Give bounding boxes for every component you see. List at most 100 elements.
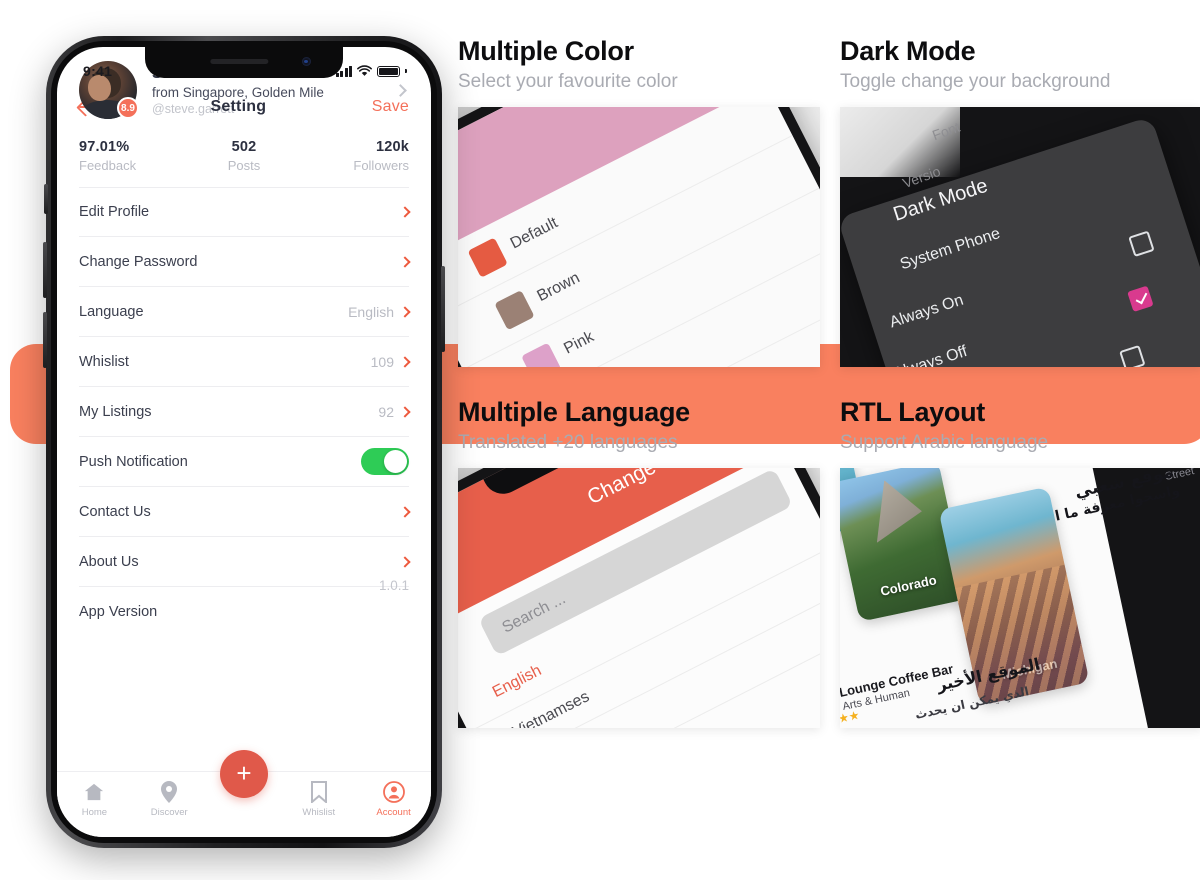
color-swatch xyxy=(521,342,562,367)
feature-subtitle: Toggle change your background xyxy=(840,71,1111,92)
settings-row-push-notification[interactable]: Push Notification xyxy=(79,437,409,487)
preview-highlight xyxy=(840,107,960,177)
phone-frame: 9:41 Setting Save 8.9 from Singapore, Go… xyxy=(43,36,445,848)
color-swatch xyxy=(467,237,508,278)
status-icons xyxy=(335,65,407,77)
chevron-right-icon[interactable] xyxy=(399,305,411,318)
checkbox-unchecked-icon[interactable] xyxy=(1128,230,1155,258)
tab-label: Home xyxy=(81,807,108,818)
feature-preview-image: Theme Default Brown xyxy=(458,107,820,367)
preview-screen: Theme Default Brown xyxy=(458,107,820,367)
settings-row-language[interactable]: Language English xyxy=(79,287,411,337)
stat-posts: 502 Posts xyxy=(189,139,299,173)
row-value: 109 xyxy=(370,353,394,370)
feature-preview-image: Font Versio way 1.0.3 Dark Mode System P… xyxy=(840,107,1200,367)
chevron-right-icon[interactable] xyxy=(399,405,411,418)
feature-title: RTL Layout xyxy=(840,397,985,427)
wifi-icon xyxy=(357,65,372,76)
settings-row-my-listings[interactable]: My Listings 92 xyxy=(79,387,411,437)
tab-home[interactable]: Home xyxy=(57,781,132,818)
row-label: Whislist xyxy=(79,353,129,370)
stat-label: Posts xyxy=(227,158,261,173)
settings-row-change-password[interactable]: Change Password xyxy=(79,237,411,287)
map-pin-icon xyxy=(132,781,207,803)
row-accessory: English xyxy=(348,304,411,320)
settings-row-about-us[interactable]: About Us xyxy=(79,537,411,587)
page-title: Setting xyxy=(210,98,267,115)
tab-label: Whislist xyxy=(302,807,336,818)
row-value: 92 xyxy=(378,403,394,420)
row-label: App Version xyxy=(79,604,158,620)
preview-screen: Change Language Search ... English Vietn… xyxy=(458,468,820,728)
stat-feedback: 97.01% Feedback xyxy=(79,139,189,173)
feature-subtitle: Select your favourite color xyxy=(458,71,678,92)
feature-multiple-color: Multiple Color Select your favourite col… xyxy=(458,36,820,367)
feature-dark-mode: Dark Mode Toggle change your background … xyxy=(840,36,1200,367)
rating-badge: 8.9 xyxy=(117,97,139,119)
stat-label: Followers xyxy=(353,158,409,173)
tab-whislist[interactable]: Whislist xyxy=(281,781,356,818)
earpiece-speaker xyxy=(210,59,269,64)
dark-mode-option-system[interactable]: System Phone xyxy=(898,225,1003,274)
save-button[interactable]: Save xyxy=(372,98,409,116)
row-accessory: 109 xyxy=(370,353,411,370)
preview-device: Theme Default Brown xyxy=(458,107,820,367)
dark-mode-option-always-on[interactable]: Always On xyxy=(888,292,966,333)
row-label: Push Notification xyxy=(79,453,188,470)
phone-power-button xyxy=(441,266,445,352)
settings-row-contact-us[interactable]: Contact Us xyxy=(79,487,411,537)
screenshot-root: 9:41 Setting Save 8.9 from Singapore, Go… xyxy=(0,0,1200,880)
bottom-tab-bar: Home Discover + Whislist Account xyxy=(57,750,431,837)
stat-label: Feedback xyxy=(79,158,137,173)
row-label: My Listings xyxy=(79,403,152,420)
user-circle-icon xyxy=(356,781,431,803)
profile-stats: 97.01% Feedback 502 Posts 120k Followers xyxy=(57,125,431,179)
feature-preview-image: Change Language Search ... English Vietn… xyxy=(458,468,820,728)
front-camera-icon xyxy=(302,57,311,66)
phone-volume-down-button xyxy=(43,312,47,368)
app-version-value: 1.0.1 xyxy=(378,578,409,593)
push-notification-toggle[interactable] xyxy=(361,448,409,475)
photo-caption: Colorado xyxy=(878,572,938,599)
row-accessory xyxy=(399,555,411,568)
color-name: Brown xyxy=(534,269,583,306)
feature-row-top: Multiple Color Select your favourite col… xyxy=(458,36,1200,367)
color-swatch xyxy=(494,290,535,331)
settings-list: Edit Profile Change Password Language En… xyxy=(57,179,431,637)
feature-grid: Multiple Color Select your favourite col… xyxy=(458,36,1200,728)
row-label: Change Password xyxy=(79,253,198,270)
bookmark-icon xyxy=(281,781,356,803)
settings-row-edit-profile[interactable]: Edit Profile xyxy=(79,187,411,237)
chevron-right-icon[interactable] xyxy=(399,555,411,568)
feature-preview-image: Street موقع شعبي واسحوا معرفة ما الأشياء… xyxy=(840,468,1200,728)
row-label: Contact Us xyxy=(79,503,151,520)
stat-followers: 120k Followers xyxy=(299,139,409,173)
stat-value: 120k xyxy=(375,139,409,155)
chevron-right-icon[interactable] xyxy=(399,355,411,368)
row-label: Language xyxy=(79,303,144,320)
chevron-right-icon[interactable] xyxy=(399,206,411,218)
tab-discover[interactable]: Discover xyxy=(132,781,207,818)
settings-row-whislist[interactable]: Whislist 109 xyxy=(79,337,411,387)
checkbox-checked-icon[interactable] xyxy=(1127,285,1154,313)
row-accessory: 92 xyxy=(378,403,411,420)
chevron-right-icon[interactable] xyxy=(399,505,411,518)
phone-mockup: 9:41 Setting Save 8.9 from Singapore, Go… xyxy=(43,36,445,848)
tab-account[interactable]: Account xyxy=(356,781,431,818)
feature-subtitle: Translated +20 languages xyxy=(458,432,678,453)
settings-row-app-version: App Version 1.0.1 xyxy=(79,578,409,637)
preview-device: Change Language Search ... English Vietn… xyxy=(458,468,820,728)
stat-value: 502 xyxy=(231,139,257,155)
row-accessory xyxy=(399,255,411,268)
feature-title: Multiple Color xyxy=(458,36,634,66)
status-time: 9:41 xyxy=(83,63,113,79)
add-button[interactable]: + xyxy=(220,750,268,798)
dark-mode-option-always-off[interactable]: Always Off xyxy=(892,343,970,367)
phone-notch xyxy=(145,47,343,78)
checkbox-unchecked-icon[interactable] xyxy=(1119,344,1146,367)
feature-row-bottom: Multiple Language Translated +20 languag… xyxy=(458,397,1200,728)
feature-rtl-layout: RTL Layout Support Arabic language Stree… xyxy=(840,397,1200,728)
chevron-right-icon[interactable] xyxy=(399,255,411,268)
phone-volume-up-button xyxy=(43,242,47,298)
battery-icon xyxy=(377,65,400,77)
